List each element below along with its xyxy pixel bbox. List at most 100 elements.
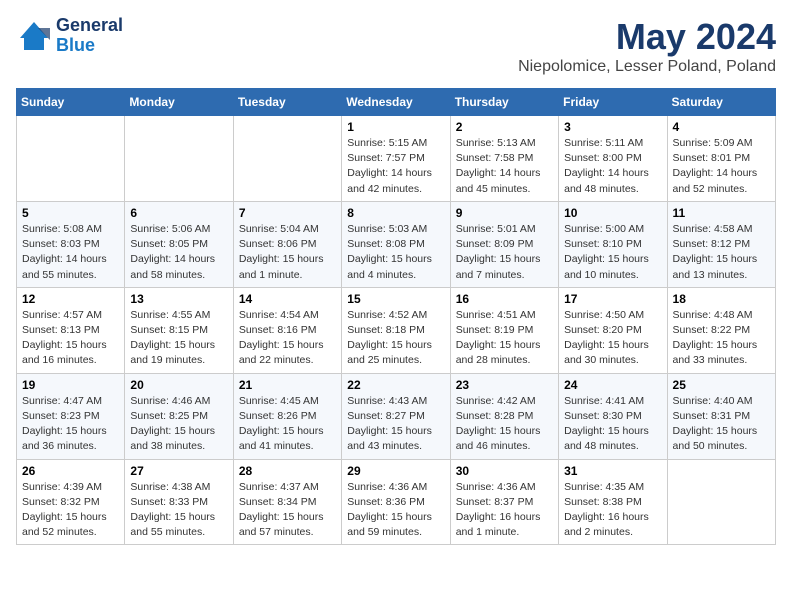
day-number: 22 xyxy=(347,378,444,392)
day-number: 14 xyxy=(239,292,336,306)
day-info: Sunrise: 4:52 AM Sunset: 8:18 PM Dayligh… xyxy=(347,308,444,369)
day-number: 8 xyxy=(347,206,444,220)
calendar-cell xyxy=(125,116,233,202)
day-info: Sunrise: 4:45 AM Sunset: 8:26 PM Dayligh… xyxy=(239,394,336,455)
calendar-cell: 6 Sunrise: 5:06 AM Sunset: 8:05 PM Daylig… xyxy=(125,201,233,287)
day-number: 24 xyxy=(564,378,661,392)
calendar-cell: 11 Sunrise: 4:58 AM Sunset: 8:12 PM Dayli… xyxy=(667,201,775,287)
calendar-cell: 17 Sunrise: 4:50 AM Sunset: 8:20 PM Dayli… xyxy=(559,287,667,373)
calendar-cell: 26 Sunrise: 4:39 AM Sunset: 8:32 PM Dayli… xyxy=(17,459,125,545)
calendar-cell xyxy=(667,459,775,545)
day-info: Sunrise: 4:51 AM Sunset: 8:19 PM Dayligh… xyxy=(456,308,553,369)
title-area: May 2024 Niepolomice, Lesser Poland, Pol… xyxy=(518,16,776,76)
day-number: 28 xyxy=(239,464,336,478)
weekday-header: Monday xyxy=(125,89,233,116)
day-info: Sunrise: 4:50 AM Sunset: 8:20 PM Dayligh… xyxy=(564,308,661,369)
day-number: 21 xyxy=(239,378,336,392)
day-info: Sunrise: 4:41 AM Sunset: 8:30 PM Dayligh… xyxy=(564,394,661,455)
day-number: 18 xyxy=(673,292,770,306)
day-number: 20 xyxy=(130,378,227,392)
day-info: Sunrise: 5:06 AM Sunset: 8:05 PM Dayligh… xyxy=(130,222,227,283)
day-number: 31 xyxy=(564,464,661,478)
calendar-cell: 30Sunrise: 4:36 AM Sunset: 8:37 PM Dayli… xyxy=(450,459,558,545)
day-info: Sunrise: 4:46 AM Sunset: 8:25 PM Dayligh… xyxy=(130,394,227,455)
calendar-cell: 28 Sunrise: 4:37 AM Sunset: 8:34 PM Dayli… xyxy=(233,459,341,545)
day-info: Sunrise: 4:42 AM Sunset: 8:28 PM Dayligh… xyxy=(456,394,553,455)
calendar-cell: 8 Sunrise: 5:03 AM Sunset: 8:08 PM Daylig… xyxy=(342,201,450,287)
calendar-cell: 14Sunrise: 4:54 AM Sunset: 8:16 PM Dayli… xyxy=(233,287,341,373)
weekday-header: Tuesday xyxy=(233,89,341,116)
calendar-header-row: SundayMondayTuesdayWednesdayThursdayFrid… xyxy=(17,89,776,116)
calendar-cell: 10 Sunrise: 5:00 AM Sunset: 8:10 PM Dayli… xyxy=(559,201,667,287)
calendar-cell: 23Sunrise: 4:42 AM Sunset: 8:28 PM Dayli… xyxy=(450,373,558,459)
day-number: 9 xyxy=(456,206,553,220)
calendar-cell: 29Sunrise: 4:36 AM Sunset: 8:36 PM Dayli… xyxy=(342,459,450,545)
weekday-header: Saturday xyxy=(667,89,775,116)
calendar-cell: 2Sunrise: 5:13 AM Sunset: 7:58 PM Daylig… xyxy=(450,116,558,202)
day-info: Sunrise: 4:48 AM Sunset: 8:22 PM Dayligh… xyxy=(673,308,770,369)
calendar-cell xyxy=(233,116,341,202)
calendar-cell: 25Sunrise: 4:40 AM Sunset: 8:31 PM Dayli… xyxy=(667,373,775,459)
day-info: Sunrise: 4:35 AM Sunset: 8:38 PM Dayligh… xyxy=(564,480,661,541)
logo-blue-text: Blue xyxy=(56,36,123,56)
location: Niepolomice, Lesser Poland, Poland xyxy=(518,58,776,76)
day-info: Sunrise: 5:04 AM Sunset: 8:06 PM Dayligh… xyxy=(239,222,336,283)
weekday-header: Wednesday xyxy=(342,89,450,116)
day-number: 26 xyxy=(22,464,119,478)
calendar-cell: 15Sunrise: 4:52 AM Sunset: 8:18 PM Dayli… xyxy=(342,287,450,373)
logo-general-text: General xyxy=(56,16,123,36)
day-info: Sunrise: 5:03 AM Sunset: 8:08 PM Dayligh… xyxy=(347,222,444,283)
calendar-cell: 18 Sunrise: 4:48 AM Sunset: 8:22 PM Dayli… xyxy=(667,287,775,373)
day-number: 13 xyxy=(130,292,227,306)
day-number: 11 xyxy=(673,206,770,220)
calendar-cell: 21 Sunrise: 4:45 AM Sunset: 8:26 PM Dayli… xyxy=(233,373,341,459)
day-number: 19 xyxy=(22,378,119,392)
logo-text: General Blue xyxy=(56,16,123,56)
calendar-cell: 4Sunrise: 5:09 AM Sunset: 8:01 PM Daylig… xyxy=(667,116,775,202)
day-info: Sunrise: 4:40 AM Sunset: 8:31 PM Dayligh… xyxy=(673,394,770,455)
day-info: Sunrise: 5:11 AM Sunset: 8:00 PM Dayligh… xyxy=(564,136,661,197)
calendar-week-row: 1 Sunrise: 5:15 AM Sunset: 7:57 PM Daylig… xyxy=(17,116,776,202)
calendar-cell: 31 Sunrise: 4:35 AM Sunset: 8:38 PM Dayli… xyxy=(559,459,667,545)
logo-icon xyxy=(16,18,52,54)
day-info: Sunrise: 5:15 AM Sunset: 7:57 PM Dayligh… xyxy=(347,136,444,197)
day-info: Sunrise: 4:36 AM Sunset: 8:37 PM Dayligh… xyxy=(456,480,553,541)
day-info: Sunrise: 4:55 AM Sunset: 8:15 PM Dayligh… xyxy=(130,308,227,369)
day-info: Sunrise: 4:47 AM Sunset: 8:23 PM Dayligh… xyxy=(22,394,119,455)
day-number: 7 xyxy=(239,206,336,220)
header: General Blue May 2024 Niepolomice, Lesse… xyxy=(16,16,776,76)
day-number: 2 xyxy=(456,120,553,134)
day-info: Sunrise: 4:38 AM Sunset: 8:33 PM Dayligh… xyxy=(130,480,227,541)
day-number: 3 xyxy=(564,120,661,134)
month-title: May 2024 xyxy=(518,16,776,58)
day-number: 10 xyxy=(564,206,661,220)
day-number: 5 xyxy=(22,206,119,220)
day-info: Sunrise: 4:39 AM Sunset: 8:32 PM Dayligh… xyxy=(22,480,119,541)
day-info: Sunrise: 5:00 AM Sunset: 8:10 PM Dayligh… xyxy=(564,222,661,283)
calendar-cell: 3 Sunrise: 5:11 AM Sunset: 8:00 PM Daylig… xyxy=(559,116,667,202)
weekday-header: Thursday xyxy=(450,89,558,116)
day-number: 12 xyxy=(22,292,119,306)
calendar-week-row: 5Sunrise: 5:08 AM Sunset: 8:03 PM Daylig… xyxy=(17,201,776,287)
day-number: 17 xyxy=(564,292,661,306)
day-number: 1 xyxy=(347,120,444,134)
day-info: Sunrise: 4:37 AM Sunset: 8:34 PM Dayligh… xyxy=(239,480,336,541)
day-info: Sunrise: 4:57 AM Sunset: 8:13 PM Dayligh… xyxy=(22,308,119,369)
calendar-cell: 24 Sunrise: 4:41 AM Sunset: 8:30 PM Dayli… xyxy=(559,373,667,459)
calendar-cell: 16Sunrise: 4:51 AM Sunset: 8:19 PM Dayli… xyxy=(450,287,558,373)
calendar-cell: 7 Sunrise: 5:04 AM Sunset: 8:06 PM Daylig… xyxy=(233,201,341,287)
day-number: 27 xyxy=(130,464,227,478)
weekday-header: Friday xyxy=(559,89,667,116)
calendar-cell: 13 Sunrise: 4:55 AM Sunset: 8:15 PM Dayli… xyxy=(125,287,233,373)
calendar-week-row: 12 Sunrise: 4:57 AM Sunset: 8:13 PM Dayli… xyxy=(17,287,776,373)
logo: General Blue xyxy=(16,16,123,56)
calendar-cell: 1 Sunrise: 5:15 AM Sunset: 7:57 PM Daylig… xyxy=(342,116,450,202)
calendar-cell xyxy=(17,116,125,202)
day-info: Sunrise: 4:58 AM Sunset: 8:12 PM Dayligh… xyxy=(673,222,770,283)
day-info: Sunrise: 4:43 AM Sunset: 8:27 PM Dayligh… xyxy=(347,394,444,455)
calendar-cell: 20 Sunrise: 4:46 AM Sunset: 8:25 PM Dayli… xyxy=(125,373,233,459)
calendar-cell: 5Sunrise: 5:08 AM Sunset: 8:03 PM Daylig… xyxy=(17,201,125,287)
calendar-cell: 22 Sunrise: 4:43 AM Sunset: 8:27 PM Dayli… xyxy=(342,373,450,459)
calendar: SundayMondayTuesdayWednesdayThursdayFrid… xyxy=(16,88,776,545)
day-number: 6 xyxy=(130,206,227,220)
